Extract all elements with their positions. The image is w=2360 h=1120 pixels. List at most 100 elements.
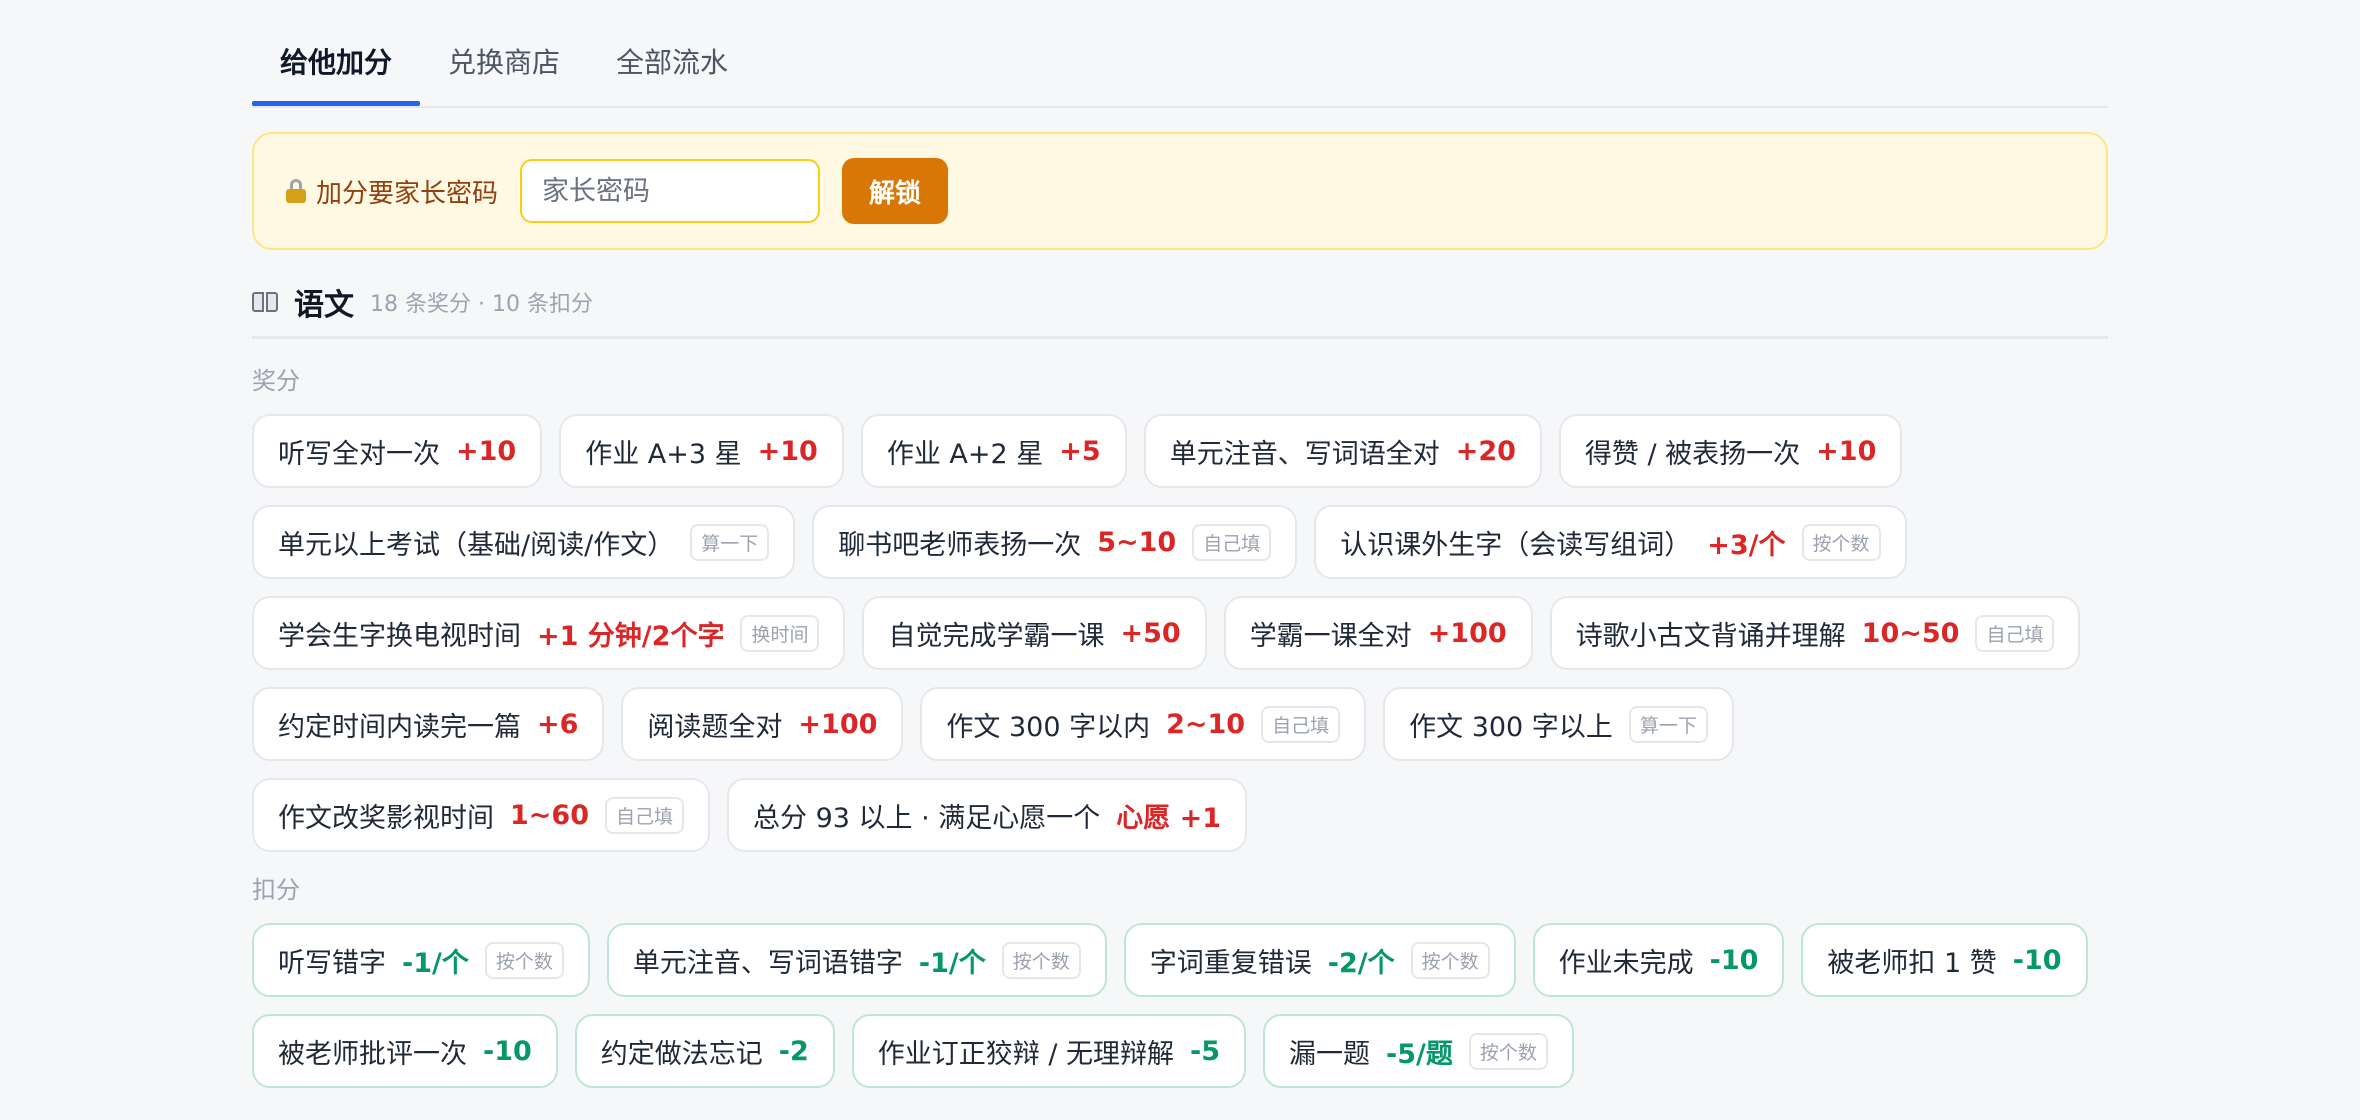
rule-points: +10 <box>1816 435 1877 467</box>
rule-type-badge: 自己填 <box>1261 705 1341 743</box>
rule-points: -5 <box>1190 1035 1221 1067</box>
deduction-list: 听写错字 -1/个 按个数 单元注音、写词语错字 -1/个 按个数 字词重复错误 -2/个 按个… <box>252 923 2108 1088</box>
rule-name: 诗歌小古文背诵并理解 <box>1575 620 1846 652</box>
rule-name: 字词重复错误 <box>1149 947 1312 979</box>
rule-type-badge: 按个数 <box>484 941 564 979</box>
rule-points: -2 <box>778 1035 809 1067</box>
rule-name: 作业未完成 <box>1558 947 1694 979</box>
rule-points: -2/个 <box>1327 947 1395 979</box>
parent-password-input[interactable] <box>520 159 821 223</box>
award-rule-chip[interactable]: 约定时间内读完一篇 +6 <box>252 687 605 761</box>
rule-type-badge: 算一下 <box>1628 705 1708 743</box>
tab-give-points[interactable]: 给他加分 <box>252 0 421 106</box>
award-rule-chip[interactable]: 作文 300 字以内 2~10 自己填 <box>920 687 1367 761</box>
rule-points: +20 <box>1455 435 1516 467</box>
rule-name: 听写全对一次 <box>278 438 440 470</box>
rule-points: 1~60 <box>510 799 589 831</box>
rule-points: 5~10 <box>1097 526 1177 558</box>
rule-name: 作文 300 字以内 <box>946 711 1151 743</box>
rule-type-badge: 算一下 <box>690 523 770 561</box>
rule-points: -10 <box>483 1035 532 1067</box>
rule-points: -10 <box>2012 944 2062 976</box>
rule-name: 总分 93 以上 · 满足心愿一个 <box>753 802 1101 834</box>
tab-bar: 给他加分 兑换商店 全部流水 <box>252 0 2108 108</box>
rule-points: +1 分钟/2个字 <box>537 620 725 652</box>
rule-points: 2~10 <box>1166 708 1246 740</box>
deduction-rule-chip[interactable]: 约定做法忘记 -2 <box>574 1014 835 1088</box>
rule-name: 单元以上考试（基础/阅读/作文） <box>278 529 675 561</box>
rule-name: 单元注音、写词语错字 <box>632 947 903 979</box>
award-rule-chip[interactable]: 阅读题全对 +100 <box>621 687 904 761</box>
main-panel: 给他加分 兑换商店 全部流水 加分要家长密码 解锁 语文 18 条奖分 · 10… <box>252 0 2108 1088</box>
subject-header: 语文 18 条奖分 · 10 条扣分 <box>252 280 2108 339</box>
rule-name: 作文改奖影视时间 <box>278 802 494 834</box>
rule-name: 被老师批评一次 <box>278 1038 467 1070</box>
rule-points: +10 <box>757 435 818 467</box>
rule-points: +50 <box>1120 617 1181 649</box>
award-rule-chip[interactable]: 作文改奖影视时间 1~60 自己填 <box>252 778 710 852</box>
rule-points: -10 <box>1709 944 1759 976</box>
deduction-rule-chip[interactable]: 被老师扣 1 赞 -10 <box>1801 923 2088 997</box>
rule-type-badge: 按个数 <box>1001 941 1081 979</box>
rule-points: +100 <box>798 708 878 740</box>
tab-all-records[interactable]: 全部流水 <box>588 0 756 104</box>
rule-points: -1/个 <box>918 947 986 979</box>
award-rule-chip[interactable]: 单元注音、写词语全对 +20 <box>1143 414 1542 488</box>
tab-exchange-store[interactable]: 兑换商店 <box>420 0 588 104</box>
rule-name: 阅读题全对 <box>647 711 783 743</box>
rule-name: 得赞 / 被表扬一次 <box>1584 438 1801 470</box>
rule-name: 作业 A+3 星 <box>585 438 742 470</box>
rule-name: 聊书吧老师表扬一次 <box>838 529 1082 561</box>
rule-points: +3/个 <box>1707 529 1786 561</box>
award-rule-chip[interactable]: 认识课外生字（会读写组词） +3/个 按个数 <box>1314 505 1907 579</box>
rule-name: 学霸一课全对 <box>1249 620 1412 652</box>
rule-name: 自觉完成学霸一课 <box>888 620 1105 652</box>
award-rule-chip[interactable]: 学霸一课全对 +100 <box>1223 596 1533 670</box>
rule-name: 漏一题 <box>1289 1038 1371 1070</box>
award-rule-chip[interactable]: 诗歌小古文背诵并理解 10~50 自己填 <box>1549 596 2081 670</box>
rule-type-badge: 换时间 <box>740 614 820 652</box>
award-rule-chip[interactable]: 总分 93 以上 · 满足心愿一个 心愿 +1 <box>727 778 1248 852</box>
award-rule-chip[interactable]: 自觉完成学霸一课 +50 <box>862 596 1207 670</box>
rule-type-badge: 自己填 <box>1975 614 2055 652</box>
rule-name: 被老师扣 1 赞 <box>1827 947 1997 979</box>
password-lock-bar: 加分要家长密码 解锁 <box>252 132 2108 250</box>
unlock-button[interactable]: 解锁 <box>842 158 949 224</box>
award-list: 听写全对一次 +10 作业 A+3 星 +10 作业 A+2 星 +5 单元注音、写词语全对… <box>252 414 2108 852</box>
award-rule-chip[interactable]: 作业 A+3 星 +10 <box>559 414 844 488</box>
award-rule-chip[interactable]: 聊书吧老师表扬一次 5~10 自己填 <box>812 505 1298 579</box>
rule-points: 心愿 +1 <box>1116 802 1222 834</box>
award-rule-chip[interactable]: 得赞 / 被表扬一次 +10 <box>1558 414 1903 488</box>
rule-points: +5 <box>1059 435 1101 467</box>
rule-name: 作文 300 字以上 <box>1409 711 1613 743</box>
deduction-rule-chip[interactable]: 作业订正狡辩 / 无理辩解 -5 <box>851 1014 1247 1088</box>
rule-type-badge: 自己填 <box>604 796 684 834</box>
rule-points: +6 <box>537 708 579 740</box>
award-rule-chip[interactable]: 作业 A+2 星 +5 <box>860 414 1127 488</box>
rule-points: -5/题 <box>1386 1038 1453 1070</box>
rule-points: +100 <box>1427 617 1507 649</box>
rule-type-badge: 自己填 <box>1192 523 1272 561</box>
award-rule-chip[interactable]: 学会生字换电视时间 +1 分钟/2个字 换时间 <box>252 596 846 670</box>
rule-name: 学会生字换电视时间 <box>278 620 521 652</box>
deduction-rule-chip[interactable]: 单元注音、写词语错字 -1/个 按个数 <box>606 923 1107 997</box>
award-rule-chip[interactable]: 单元以上考试（基础/阅读/作文） 算一下 <box>252 505 796 579</box>
deduction-rule-chip[interactable]: 漏一题 -5/题 按个数 <box>1263 1014 1574 1088</box>
rule-type-badge: 按个数 <box>1468 1032 1548 1070</box>
lock-label: 加分要家长密码 <box>316 178 499 209</box>
rule-points: +10 <box>456 435 517 467</box>
rule-points: 10~50 <box>1861 617 1960 649</box>
subject-name: 语文 <box>294 288 354 323</box>
rule-name: 听写错字 <box>278 947 386 979</box>
rule-name: 单元注音、写词语全对 <box>1169 438 1440 470</box>
rule-name: 作业 A+2 星 <box>886 438 1044 470</box>
award-rule-chip[interactable]: 作文 300 字以上 算一下 <box>1383 687 1734 761</box>
deduction-rule-chip[interactable]: 被老师批评一次 -10 <box>252 1014 558 1088</box>
rule-points: -1/个 <box>402 947 469 979</box>
deduct-section-title: 扣分 <box>252 876 300 904</box>
award-rule-chip[interactable]: 听写全对一次 +10 <box>252 414 543 488</box>
deduction-rule-chip[interactable]: 作业未完成 -10 <box>1532 923 1785 997</box>
deduction-rule-chip[interactable]: 字词重复错误 -2/个 按个数 <box>1123 923 1516 997</box>
deduction-rule-chip[interactable]: 听写错字 -1/个 按个数 <box>252 923 590 997</box>
rule-type-badge: 按个数 <box>1801 523 1881 561</box>
